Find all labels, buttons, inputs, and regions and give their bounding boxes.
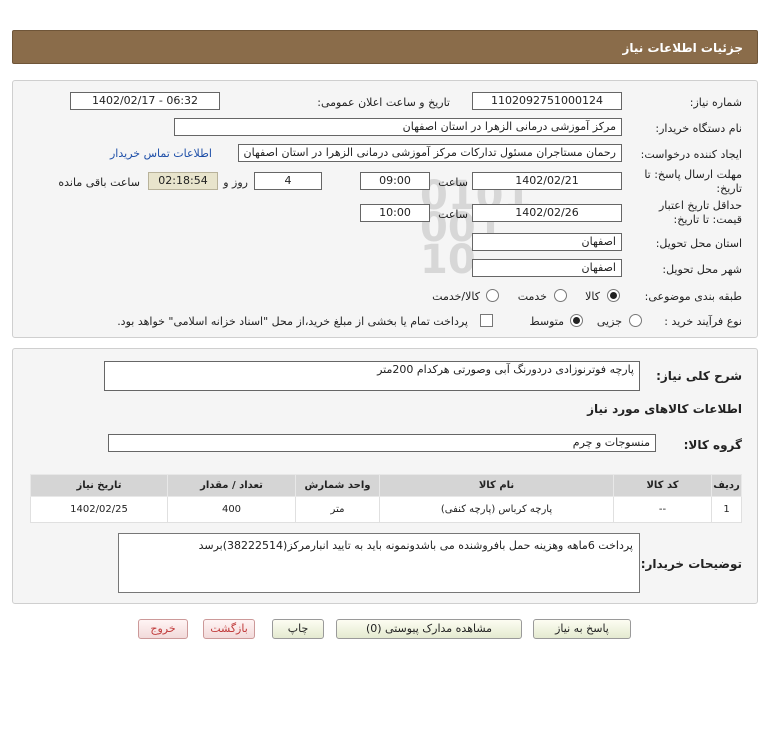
deadline-time-field: 09:00 [360,172,430,190]
process-option-minor: جزیی [596,315,622,328]
need-number-label: شماره نیاز: [689,96,742,109]
remaining-time-field: 02:18:54 [148,172,218,190]
col-unit: واحد شمارش [295,474,380,497]
page-header: جزئیات اطلاعات نیاز [12,30,758,64]
process-radio-medium[interactable] [570,314,583,327]
days-field: 4 [254,172,322,190]
category-option-goods: کالا [585,290,600,303]
category-radio-both[interactable] [486,289,499,302]
cell-need-date: 1402/02/25 [30,496,168,523]
cell-unit: متر [295,496,380,523]
category-radio-goods[interactable] [607,289,620,302]
cell-row-number: 1 [711,496,742,523]
city-label: شهر محل تحویل: [662,263,742,276]
cell-quantity: 400 [167,496,296,523]
deadline-label-line1: مهلت ارسال پاسخ: تا [644,168,742,181]
buyer-notes-label: توضیحات خریدار: [640,557,742,571]
process-label: نوع فرآیند خرید : [664,315,742,328]
back-button[interactable]: بازگشت [203,619,255,639]
attachments-button[interactable]: مشاهده مدارک پیوستی (0) [336,619,522,639]
treasury-payment-checkbox[interactable] [480,314,493,327]
deadline-label-line2: تاریخ: [716,182,742,195]
remaining-label: ساعت باقی مانده [58,176,140,189]
validity-label: حداقل تاریخ اعتبار قیمت: تا تاریخ: [659,199,742,227]
announce-field: 1402/02/17 - 06:32 [70,92,220,110]
general-desc-field: پارچه فوترنوزادی دردورنگ آبی وصورتی هرکد… [104,361,640,391]
buyer-org-field: مرکز آموزشی درمانی الزهرا در استان اصفها… [174,118,622,136]
general-desc-label: شرح کلی نیاز: [656,369,742,383]
process-option-medium: متوسط [529,315,564,328]
col-need-date: تاریخ نیاز [30,474,168,497]
page-title: جزئیات اطلاعات نیاز [622,41,743,55]
goods-info-title: اطلاعات کالاهای مورد نیاز [587,402,742,416]
deadline-time-label: ساعت [438,176,468,189]
buyer-org-label: نام دستگاه خریدار: [655,122,742,135]
col-item-code: کد کالا [613,474,712,497]
exit-button[interactable]: خروج [138,619,188,639]
deadline-label: مهلت ارسال پاسخ: تا تاریخ: [644,168,742,196]
category-option-service: خدمت [517,290,547,303]
need-number-field: 1102092751000124 [472,92,622,110]
deadline-date-field: 1402/02/21 [472,172,622,190]
reply-button[interactable]: پاسخ به نیاز [533,619,631,639]
goods-group-label: گروه کالا: [683,438,742,452]
col-quantity: تعداد / مقدار [167,474,296,497]
category-option-both: کالا/خدمت [432,290,480,303]
validity-label-line1: حداقل تاریخ اعتبار [658,199,742,212]
treasury-payment-note: پرداخت تمام یا بخشی از مبلغ خرید،از محل … [117,315,468,328]
goods-group-field: منسوجات و چرم [108,434,656,452]
goods-table: ردیف کد کالا نام کالا واحد شمارش تعداد /… [30,474,742,523]
requester-field: رحمان مستاجران مسئول تدارکات مرکز آموزشی… [238,144,622,162]
days-label: روز و [223,176,248,189]
col-row-number: ردیف [711,474,742,497]
col-item-name: نام کالا [379,474,614,497]
print-button[interactable]: چاپ [272,619,324,639]
validity-time-label: ساعت [438,208,468,221]
validity-time-field: 10:00 [360,204,430,222]
validity-date-field: 1402/02/26 [472,204,622,222]
process-radio-minor[interactable] [629,314,642,327]
contact-buyer-link[interactable]: اطلاعات تماس خریدار [110,147,212,160]
province-field: اصفهان [472,233,622,251]
category-label: طبقه بندی موضوعی: [644,290,742,303]
requester-label: ایجاد کننده درخواست: [640,148,742,161]
cell-item-name: پارچه کرباس (پارچه کنفی) [379,496,614,523]
cell-item-code: -- [613,496,712,523]
province-label: استان محل تحویل: [655,237,742,250]
category-radio-service[interactable] [554,289,567,302]
validity-label-line2: قیمت: تا تاریخ: [673,213,742,226]
goods-table-header: ردیف کد کالا نام کالا واحد شمارش تعداد /… [30,474,742,497]
city-field: اصفهان [472,259,622,277]
buyer-notes-field: پرداخت 6ماهه وهزینه حمل بافروشنده می باش… [118,533,640,593]
table-row: 1 -- پارچه کرباس (پارچه کنفی) متر 400 14… [30,496,742,523]
announce-label: تاریخ و ساعت اعلان عمومی: [317,96,450,109]
